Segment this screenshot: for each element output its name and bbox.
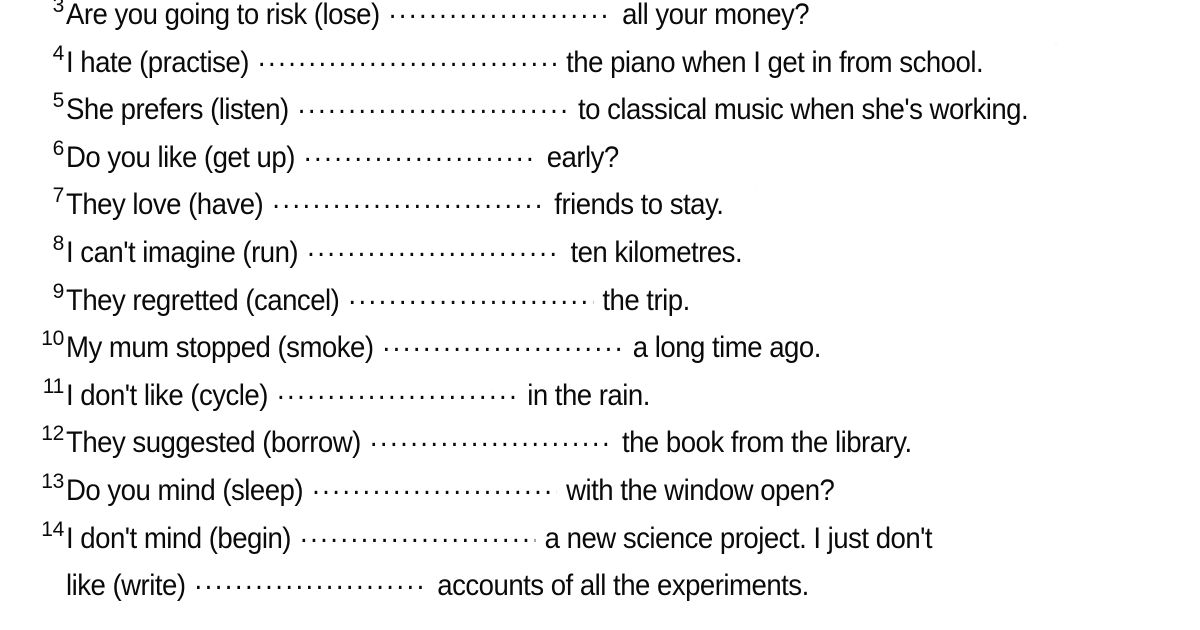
sentence-prompt-text: Are you going to risk (lose) [66, 0, 380, 31]
sentence-prompt-text: Do you like (get up) [66, 140, 295, 174]
dotted-fill: ........................................… [194, 565, 429, 596]
sentence-tail-text: accounts of all the experiments. [437, 569, 809, 603]
answer-blank-0[interactable]: ........................................… [389, 0, 613, 24]
exercise-number: 3 [52, 0, 65, 17]
answer-blank-10[interactable]: ........................................… [312, 470, 557, 500]
exercise-sentence: They suggested (borrow) ................… [66, 421, 912, 465]
exercise-item-continuation: like (write) ...........................… [0, 564, 1200, 612]
exercise-sentence: Are you going to risk (lose) ...........… [66, 0, 810, 37]
sentence-tail-text: a long time ago. [632, 331, 822, 365]
exercise-item: 8I can't imagine (run) .................… [0, 231, 1200, 279]
exercise-sentence: My mum stopped (smoke) .................… [66, 326, 821, 370]
sentence-tail-text: the trip. [602, 283, 690, 317]
exercise-number: 8 [52, 231, 65, 255]
exercise-item: 6 Do you like (get up) ..................… [0, 136, 1200, 184]
exercise-item: 4I hate (practise) .....................… [0, 41, 1200, 89]
dotted-fill: ........................................… [369, 422, 613, 453]
exercise-item: 13 Do you mind (sleep) ..................… [0, 469, 1200, 517]
sentence-tail-text: the piano when I get in from school. [566, 45, 984, 79]
sentence-tail-text: a new science project. I just don't [544, 521, 933, 555]
exercise-item: 14 I don't mind (begin) .................… [0, 517, 1200, 565]
answer-blank-5[interactable]: ........................................… [307, 232, 561, 262]
exercise-sentence: I hate (practise) ......................… [66, 41, 984, 85]
dotted-fill: ........................................… [303, 136, 538, 167]
sentence-prompt-text: They regretted (cancel) [66, 283, 340, 317]
answer-blank-4[interactable]: ........................................… [272, 184, 545, 214]
exercise-number: 6 [52, 136, 65, 160]
exercise-number: 14 [41, 517, 64, 541]
sentence-prompt-text: Do you mind (sleep) [66, 473, 304, 507]
dotted-fill: ........................................… [276, 374, 519, 405]
scanned-worksheet-page: 3 Are you going to risk (lose) ..........… [0, 0, 1200, 630]
exercise-item: 7 They love (have) ......................… [0, 183, 1200, 231]
answer-blank-11b[interactable]: ........................................… [195, 565, 429, 595]
sentence-prompt-text: I hate (practise) [66, 45, 249, 79]
sentence-tail-text: early? [546, 140, 620, 174]
dotted-fill: ........................................… [307, 231, 561, 262]
exercise-number: 7 [52, 184, 65, 208]
sentence-tail-text: to classical music when she's working. [577, 93, 1029, 127]
exercise-item: 10 My mum stopped (smoke) ...............… [0, 326, 1200, 374]
exercise-sentence: Do you mind (sleep) ....................… [66, 469, 835, 513]
exercise-number: 11 [42, 374, 65, 398]
exercise-number: 9 [52, 279, 65, 303]
sentence-tail-text: the book from the library. [621, 426, 912, 460]
answer-blank-9[interactable]: ........................................… [370, 422, 613, 452]
exercise-item: 3 Are you going to risk (lose) ..........… [0, 0, 1200, 41]
exercise-item: 11 I don't like (cycle) .................… [0, 374, 1200, 422]
dotted-fill: ........................................… [272, 184, 545, 215]
answer-blank-7[interactable]: ........................................… [383, 327, 624, 357]
sentence-tail-text: in the rain. [527, 378, 650, 412]
sentence-prompt-text: like (write) [66, 569, 186, 603]
answer-blank-2[interactable]: ........................................… [298, 89, 569, 119]
exercise-item: 12 They suggested (borrow) ..............… [0, 421, 1200, 469]
sentence-prompt-text: They love (have) [66, 188, 264, 222]
answer-blank-6[interactable]: ........................................… [348, 280, 593, 310]
sentence-prompt-text: My mum stopped (smoke) [66, 331, 374, 365]
dotted-fill: ........................................… [388, 0, 613, 24]
sentence-prompt-text: I can't imagine (run) [66, 235, 299, 269]
exercise-sentence: I don't like (cycle) ...................… [66, 374, 650, 418]
exercise-item: 5 She prefers (listen) ..................… [0, 88, 1200, 136]
exercise-item: 9 They regretted (cancel) ...............… [0, 279, 1200, 327]
dotted-fill: ........................................… [348, 279, 593, 310]
dotted-fill: ........................................… [299, 517, 536, 548]
answer-blank-1[interactable]: ........................................… [258, 42, 557, 72]
sentence-tail-text: friends to stay. [554, 188, 724, 222]
dotted-fill: ........................................… [312, 469, 557, 500]
exercise-number: 13 [41, 469, 64, 493]
sentence-prompt-text: They suggested (borrow) [66, 426, 361, 460]
exercise-number: 5 [52, 89, 65, 113]
answer-blank-3[interactable]: ........................................… [304, 137, 538, 167]
exercise-sentence: They regretted (cancel) ................… [66, 279, 690, 323]
exercise-sentence: She prefers (listen) ...................… [66, 88, 1029, 132]
sentence-tail-text: all your money? [622, 0, 810, 31]
answer-blank-11[interactable]: ........................................… [300, 518, 536, 548]
sentence-prompt-text: I don't like (cycle) [66, 378, 268, 412]
exercise-sentence: I can't imagine (run) ..................… [66, 231, 743, 275]
exercise-sentence: They love (have) .......................… [66, 183, 724, 227]
sentence-tail-text: ten kilometres. [570, 235, 743, 269]
exercise-sentence: I don't mind (begin) ...................… [66, 517, 933, 561]
exercise-sentence: Do you like (get up) ...................… [66, 136, 619, 180]
sentence-prompt-text: She prefers (listen) [66, 93, 289, 127]
sentence-prompt-text: I don't mind (begin) [66, 521, 291, 555]
answer-blank-8[interactable]: ........................................… [277, 375, 518, 405]
dotted-fill: ........................................… [382, 327, 624, 358]
exercise-number: 10 [41, 327, 64, 351]
sentence-tail-text: with the window open? [566, 473, 835, 507]
exercise-list: 3 Are you going to risk (lose) ..........… [0, 0, 1200, 612]
dotted-fill: ........................................… [297, 89, 569, 120]
exercise-number: 12 [41, 422, 64, 446]
exercise-sentence: like (write) ...........................… [66, 564, 809, 608]
dotted-fill: ........................................… [257, 41, 557, 72]
exercise-number: 4 [52, 41, 65, 65]
